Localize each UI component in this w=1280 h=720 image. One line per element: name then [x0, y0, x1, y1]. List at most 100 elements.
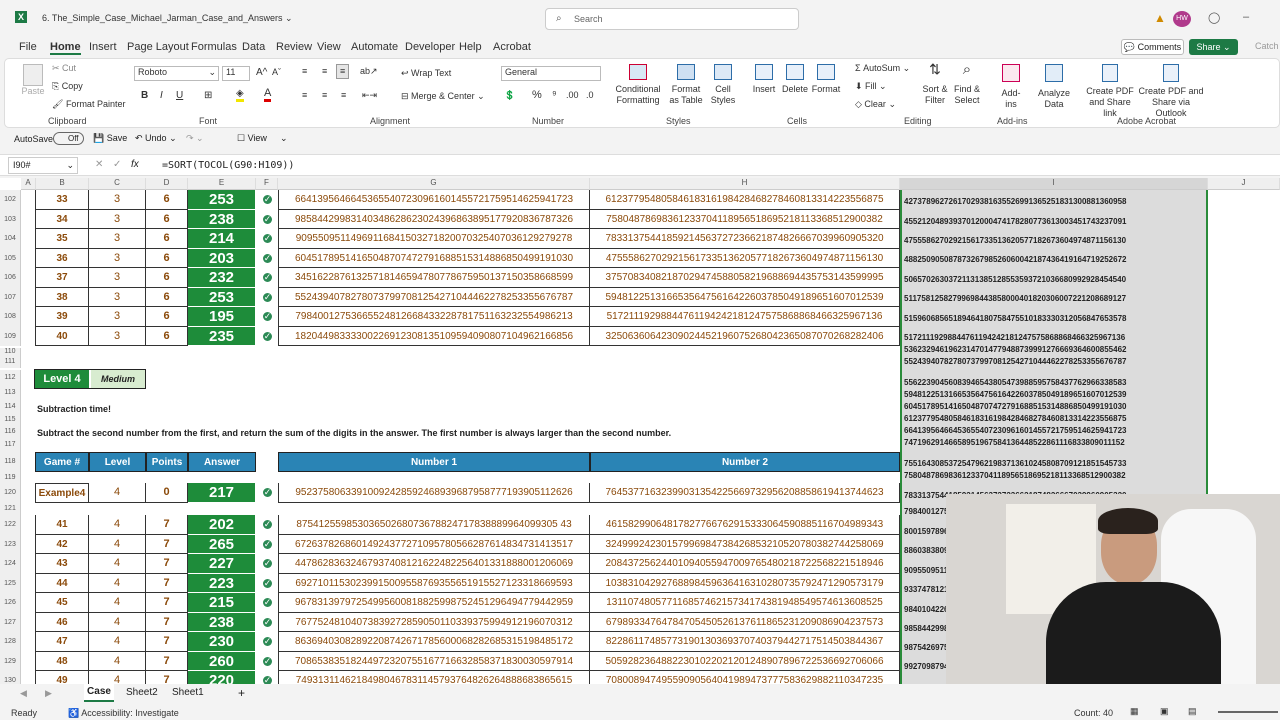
- merge-center-button[interactable]: ⊟ Merge & Center ⌄: [401, 91, 485, 102]
- share-button[interactable]: Share ⌄: [1189, 39, 1238, 55]
- tab-home[interactable]: Home: [50, 41, 81, 55]
- column-header-d[interactable]: D: [146, 178, 188, 190]
- row-header[interactable]: 110: [0, 348, 21, 358]
- tab-page-layout[interactable]: Page Layout: [127, 41, 189, 53]
- column-header-f[interactable]: F: [256, 178, 278, 190]
- autosum-button[interactable]: Σ AutoSum ⌄: [855, 63, 910, 74]
- warning-icon[interactable]: ▲: [1154, 11, 1166, 25]
- sort-filter-button[interactable]: ⇅ Sort & Filter: [920, 62, 950, 106]
- row-header[interactable]: 103: [0, 209, 21, 229]
- answer-cell[interactable]: 195: [188, 307, 256, 327]
- accessibility-status[interactable]: ♿ Accessibility: Investigate: [68, 708, 179, 719]
- tab-acrobat[interactable]: Acrobat: [493, 41, 531, 53]
- analyze-data-button[interactable]: Analyze Data: [1038, 64, 1070, 110]
- lightbulb-icon[interactable]: ◯: [1208, 11, 1220, 24]
- borders-icon[interactable]: ⊞: [204, 90, 212, 101]
- normal-view-icon[interactable]: ▦: [1130, 706, 1139, 717]
- add-sheet-icon[interactable]: +: [238, 686, 245, 700]
- create-pdf-outlook-button[interactable]: Create PDF and Share via Outlook: [1138, 64, 1204, 119]
- row-header[interactable]: 107: [0, 287, 21, 307]
- row-header[interactable]: 125: [0, 573, 21, 593]
- font-name-select[interactable]: Roboto ⌄: [134, 66, 219, 81]
- row-header[interactable]: 114: [0, 400, 21, 414]
- view-toggle[interactable]: ☐ View: [237, 133, 267, 144]
- window-title[interactable]: 6. The_Simple_Case_Michael_Jarman_Case_a…: [42, 13, 293, 24]
- row-header[interactable]: 109: [0, 326, 21, 346]
- currency-icon[interactable]: 💲: [504, 90, 515, 101]
- row-header[interactable]: 104: [0, 229, 21, 249]
- answer-cell[interactable]: 253: [188, 287, 256, 307]
- cell-styles-button[interactable]: Cell Styles: [706, 64, 740, 106]
- italic-icon[interactable]: I: [160, 90, 163, 101]
- clear-button[interactable]: ◇ Clear ⌄: [855, 99, 896, 110]
- increase-decimal-icon[interactable]: .00: [566, 90, 579, 101]
- number-format-select[interactable]: General: [501, 66, 601, 81]
- align-left-icon[interactable]: ≡: [302, 90, 307, 101]
- column-header-b[interactable]: B: [36, 178, 89, 190]
- percent-icon[interactable]: %: [532, 90, 542, 101]
- decrease-font-icon[interactable]: Aˇ: [272, 67, 281, 78]
- row-header[interactable]: 119: [0, 473, 21, 483]
- comments-button[interactable]: 💬 Comments: [1121, 39, 1184, 55]
- align-right-icon[interactable]: ≡: [341, 90, 346, 101]
- example-answer[interactable]: 217: [188, 483, 256, 503]
- zoom-slider[interactable]: [1218, 711, 1278, 713]
- row-header[interactable]: 121: [0, 503, 21, 515]
- row-header[interactable]: 108: [0, 307, 21, 327]
- row-header[interactable]: 113: [0, 386, 21, 400]
- sheet-tab-case[interactable]: Case: [84, 684, 114, 702]
- find-select-button[interactable]: ⌕ Find & Select: [951, 62, 983, 106]
- row-header[interactable]: 112: [0, 370, 21, 386]
- column-header-g[interactable]: G: [278, 178, 590, 190]
- tab-developer[interactable]: Developer: [405, 41, 455, 53]
- avatar[interactable]: HW: [1173, 11, 1191, 27]
- format-as-table-button[interactable]: Format as Table: [666, 64, 706, 106]
- page-break-icon[interactable]: ▤: [1188, 706, 1197, 717]
- wrap-text-button[interactable]: ↩ Wrap Text: [401, 68, 451, 79]
- bold-icon[interactable]: B: [141, 90, 148, 101]
- name-box[interactable]: I90# ⌄: [8, 157, 78, 174]
- copy-button[interactable]: ⎘ Copy: [52, 81, 83, 92]
- fill-color-icon[interactable]: ◈: [236, 88, 244, 102]
- sheet-tab-sheet2[interactable]: Sheet2: [126, 687, 158, 698]
- cancel-icon[interactable]: ✕: [95, 159, 103, 170]
- answer-cell[interactable]: 265: [188, 534, 256, 554]
- row-header[interactable]: 117: [0, 439, 21, 451]
- enter-icon[interactable]: ✓: [113, 159, 121, 170]
- formula-input[interactable]: =SORT(TOCOL(G90:H109)): [162, 160, 294, 171]
- page-layout-icon[interactable]: ▣: [1160, 706, 1169, 717]
- align-center-icon[interactable]: ≡: [322, 90, 327, 101]
- row-header[interactable]: 122: [0, 515, 21, 535]
- answer-cell[interactable]: 260: [188, 651, 256, 671]
- answer-cell[interactable]: 253: [188, 190, 256, 210]
- font-size-select[interactable]: 11: [222, 66, 250, 81]
- save-button[interactable]: 💾 Save: [93, 133, 127, 144]
- sheet-tab-sheet1[interactable]: Sheet1: [172, 687, 204, 698]
- column-header-h[interactable]: H: [590, 178, 900, 190]
- insert-function-icon[interactable]: fx: [131, 159, 139, 170]
- row-header[interactable]: 111: [0, 358, 21, 368]
- tab-review[interactable]: Review: [276, 41, 312, 53]
- answer-cell[interactable]: 232: [188, 268, 256, 288]
- column-header-c[interactable]: C: [89, 178, 146, 190]
- answer-cell[interactable]: 235: [188, 326, 256, 346]
- tab-data[interactable]: Data: [242, 41, 265, 53]
- search-box[interactable]: ⌕ Search: [545, 8, 799, 30]
- column-header-e[interactable]: E: [188, 178, 256, 190]
- decrease-decimal-icon[interactable]: .0: [586, 90, 594, 101]
- add-ins-button[interactable]: Add-ins: [996, 64, 1026, 110]
- row-header[interactable]: 128: [0, 632, 21, 652]
- delete-cells-button[interactable]: Delete: [782, 64, 808, 95]
- row-header[interactable]: 130: [0, 671, 21, 684]
- comma-icon[interactable]: ⁹: [552, 90, 557, 101]
- tab-help[interactable]: Help: [459, 41, 482, 53]
- column-header-i[interactable]: I: [900, 178, 1208, 190]
- row-header[interactable]: 116: [0, 425, 21, 439]
- answer-cell[interactable]: 238: [188, 612, 256, 632]
- row-header[interactable]: 120: [0, 483, 21, 503]
- answer-cell[interactable]: 230: [188, 632, 256, 652]
- answer-cell[interactable]: 238: [188, 209, 256, 229]
- scroll-right-icon[interactable]: ▶: [45, 688, 52, 699]
- row-header[interactable]: 105: [0, 248, 21, 268]
- answer-cell[interactable]: 203: [188, 248, 256, 268]
